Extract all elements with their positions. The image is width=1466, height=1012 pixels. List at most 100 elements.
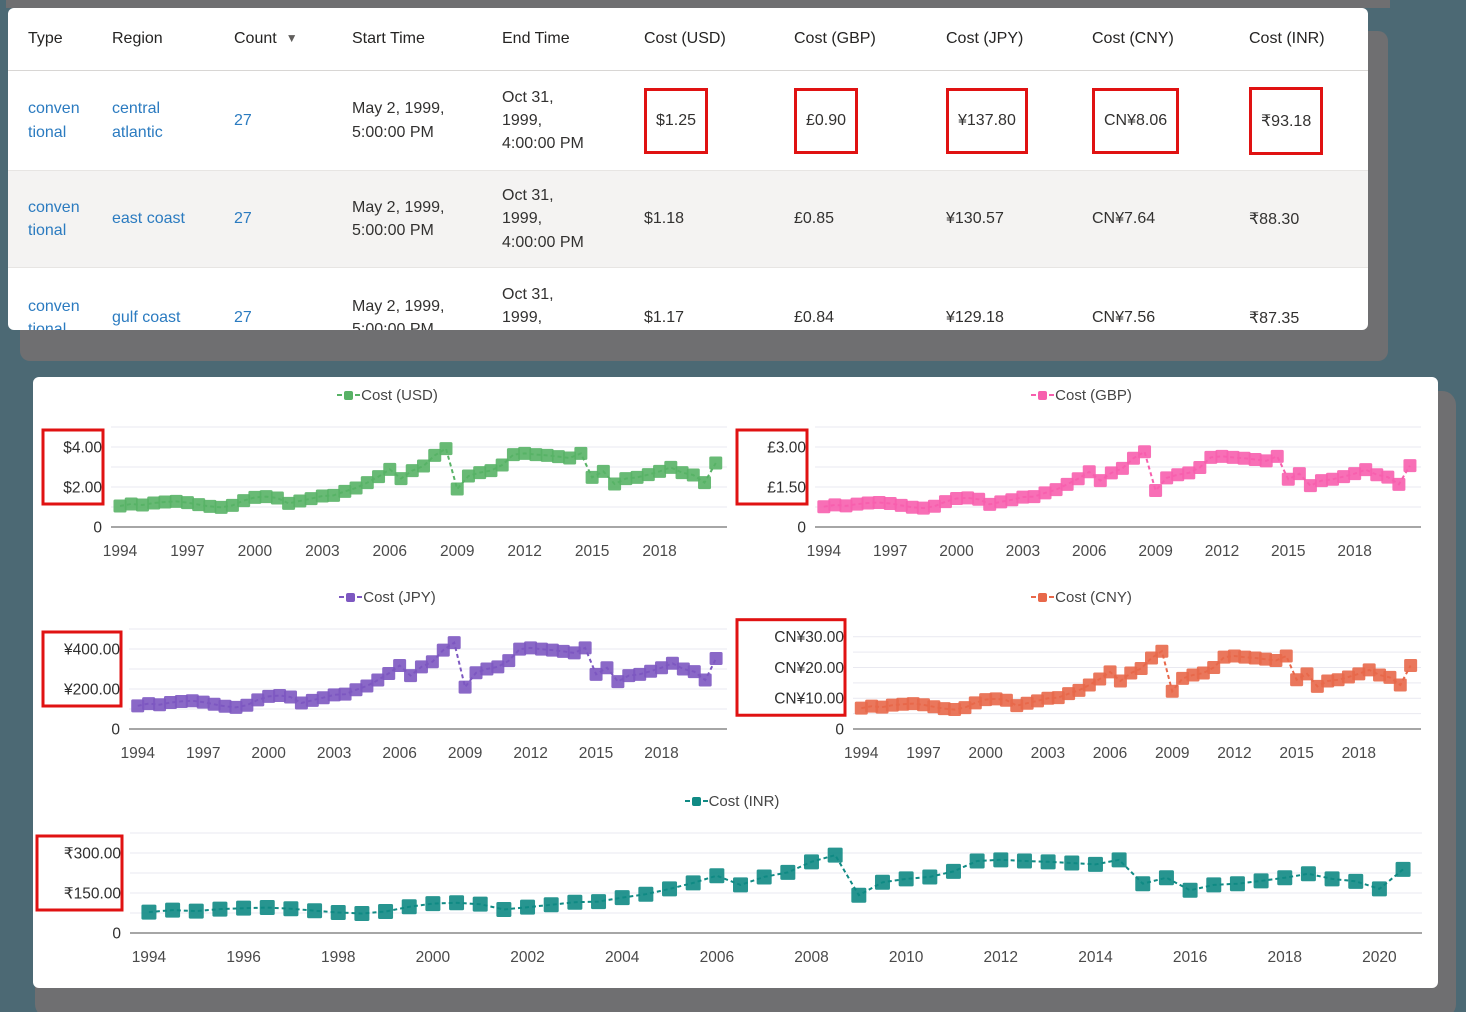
x-tick-label: 2006 [382, 745, 416, 762]
data-marker [1396, 862, 1411, 877]
cell-region: gulf coast [112, 268, 234, 331]
x-tick-label: 2009 [1138, 543, 1172, 560]
column-header-cost-usd[interactable]: Cost (USD) [644, 8, 794, 71]
x-tick-label: 2003 [1006, 543, 1040, 560]
data-marker [395, 472, 408, 485]
highlight-box: CN¥8.06 [1092, 88, 1179, 154]
x-tick-label: 2018 [1268, 949, 1302, 966]
column-header-start-time[interactable]: Start Time [352, 8, 502, 71]
data-marker [459, 681, 472, 694]
data-marker [928, 500, 941, 513]
data-marker [1254, 873, 1269, 888]
x-tick-label: 2012 [507, 543, 541, 560]
type-link[interactable]: conventional [28, 196, 84, 242]
data-marker [402, 899, 417, 914]
data-marker [615, 890, 630, 905]
data-marker [147, 497, 160, 510]
legend-cost-usd[interactable]: Cost (USD) [41, 383, 741, 407]
data-marker [1088, 857, 1103, 872]
data-marker [586, 471, 599, 484]
x-tick-label: 2018 [1342, 745, 1376, 762]
data-marker [961, 491, 974, 504]
plot-area-usd[interactable]: 0$2.00$4.0019941997200020032006200920122… [41, 407, 741, 577]
x-tick-label: 2018 [1337, 543, 1371, 560]
cell-type: conventional [8, 171, 112, 268]
data-marker [563, 452, 576, 465]
x-tick-label: 1994 [120, 745, 155, 762]
x-tick-label: 2000 [416, 949, 451, 966]
legend-cost-cny[interactable]: Cost (CNY) [735, 585, 1435, 609]
y-tick-label: 0 [112, 926, 121, 943]
x-tick-label: 2009 [1155, 745, 1189, 762]
count-link[interactable]: 27 [234, 112, 252, 129]
column-header-region[interactable]: Region [112, 8, 234, 71]
data-marker [212, 902, 227, 917]
plot-area-jpy[interactable]: 0¥200.00¥400.001994199720002003200620092… [41, 609, 741, 779]
plot-area-gbp[interactable]: 0£1.50£3.0019941997200020032006200920122… [735, 407, 1435, 577]
count-link[interactable]: 27 [234, 309, 252, 326]
data-marker [544, 897, 559, 912]
data-marker [192, 498, 205, 511]
data-marker [327, 489, 340, 502]
legend-cost-jpy[interactable]: Cost (JPY) [41, 585, 741, 609]
legend-cost-gbp[interactable]: Cost (GBP) [735, 383, 1435, 407]
legend-label: Cost (USD) [361, 387, 438, 404]
column-header-cost-cny[interactable]: Cost (CNY) [1092, 8, 1249, 71]
data-marker [1112, 852, 1127, 867]
column-header-cost-gbp[interactable]: Cost (GBP) [794, 8, 946, 71]
data-marker [1337, 470, 1350, 483]
data-marker [780, 865, 795, 880]
data-marker [1061, 478, 1074, 491]
data-marker [1260, 454, 1273, 467]
data-marker [1105, 466, 1118, 479]
data-marker [1238, 452, 1251, 465]
x-tick-label: 2000 [968, 745, 1003, 762]
x-tick-label: 2018 [642, 543, 676, 560]
x-tick-label: 2009 [440, 543, 474, 560]
chart-cost-gbp: Cost (GBP) 0£1.50£3.00199419972000200320… [735, 383, 1435, 583]
data-marker [529, 448, 542, 461]
table-row: conventional central atlantic 27 May 2, … [8, 71, 1368, 171]
data-marker [1230, 876, 1245, 891]
x-tick-label: 1997 [170, 543, 204, 560]
column-header-type[interactable]: Type [8, 8, 112, 71]
data-marker [709, 457, 722, 470]
data-marker [698, 476, 711, 489]
x-tick-label: 1997 [186, 745, 220, 762]
y-tick-label: ¥200.00 [63, 682, 120, 699]
column-header-cost-inr[interactable]: Cost (INR) [1249, 8, 1368, 71]
x-tick-label: 2000 [939, 543, 974, 560]
data-marker [226, 499, 239, 512]
data-marker [520, 900, 535, 915]
data-marker [502, 654, 515, 667]
x-tick-label: 2004 [605, 949, 640, 966]
type-link[interactable]: conventional [28, 97, 84, 143]
data-marker [283, 901, 298, 916]
plot-area-cny[interactable]: 0CN¥10.00CN¥20.00CN¥30.00199419972000200… [735, 609, 1435, 779]
data-marker [473, 466, 486, 479]
column-header-end-time[interactable]: End Time [502, 8, 644, 71]
data-marker [1280, 649, 1293, 662]
table-header-row: Type Region Count▼ Start Time End Time C… [8, 8, 1368, 71]
cell-cost-jpy: ¥137.80 [946, 71, 1092, 171]
data-marker [372, 470, 385, 483]
legend-cost-inr[interactable]: Cost (INR) [35, 789, 1436, 813]
column-header-cost-jpy[interactable]: Cost (JPY) [946, 8, 1092, 71]
plot-area-inr[interactable]: 0₹150.00₹300.001994199619982000200220042… [35, 813, 1436, 983]
x-tick-label: 1994 [103, 543, 138, 560]
cell-cost-gbp: £0.85 [794, 171, 946, 268]
x-tick-label: 1997 [906, 745, 940, 762]
data-marker [1182, 466, 1195, 479]
region-link[interactable]: central atlantic [112, 97, 196, 143]
data-marker [600, 661, 613, 674]
data-marker [1127, 452, 1140, 465]
data-marker [895, 499, 908, 512]
region-link[interactable]: gulf coast [112, 306, 196, 329]
data-marker [237, 494, 250, 507]
x-tick-label: 2002 [510, 949, 544, 966]
count-link[interactable]: 27 [234, 210, 252, 227]
column-header-count[interactable]: Count▼ [234, 8, 352, 71]
type-link[interactable]: conventional [28, 295, 84, 330]
region-link[interactable]: east coast [112, 207, 196, 230]
cell-cost-cny: CN¥7.56 [1092, 268, 1249, 331]
